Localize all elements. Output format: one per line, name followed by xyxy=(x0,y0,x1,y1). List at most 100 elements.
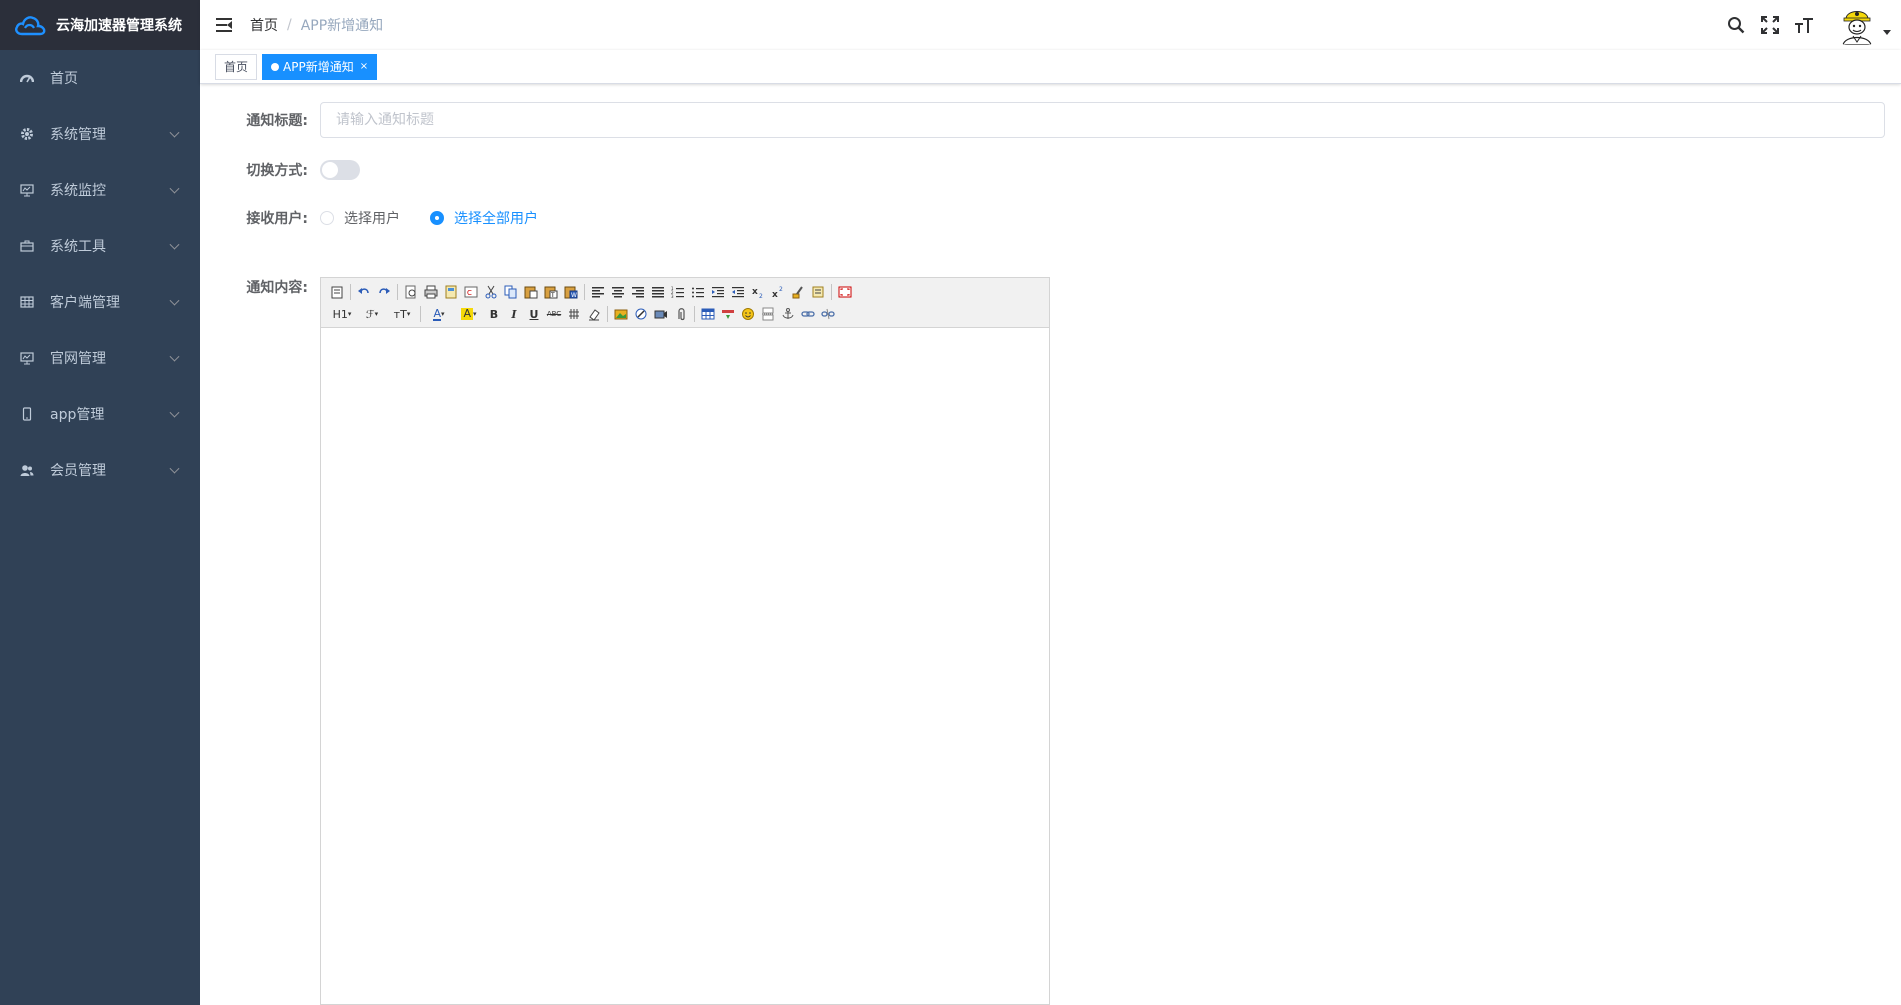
title-input[interactable] xyxy=(320,102,1885,138)
search-icon[interactable] xyxy=(1725,14,1747,36)
grid-icon[interactable] xyxy=(564,304,584,324)
form-item-users: 接收用户: 选择用户 选择全部用户 xyxy=(200,208,1901,228)
radio-label: 选择用户 xyxy=(344,211,400,227)
logo[interactable]: 云海加速器管理系统 xyxy=(0,0,200,50)
dropdown-arrow-icon: ▾ xyxy=(347,310,352,318)
sidebar-item-system[interactable]: 系统管理 xyxy=(0,106,200,162)
redo-icon[interactable] xyxy=(374,282,394,302)
toggle-switch[interactable] xyxy=(320,160,360,180)
unlink-icon[interactable] xyxy=(818,304,838,324)
outdent-icon[interactable] xyxy=(728,282,748,302)
preview-icon[interactable] xyxy=(401,282,421,302)
font-family-dropdown[interactable]: ℱ ▾ xyxy=(357,304,387,324)
select-all-icon[interactable] xyxy=(808,282,828,302)
svg-text:x: x xyxy=(752,287,758,297)
sidebar-item-tools[interactable]: 系统工具 xyxy=(0,218,200,274)
sidebar-item-app[interactable]: app管理 xyxy=(0,386,200,442)
toolbar-separator xyxy=(607,306,608,322)
sidebar-item-label: 系统工具 xyxy=(50,239,106,255)
sidebar-item-label: 客户端管理 xyxy=(50,295,120,311)
radio-select-users[interactable]: 选择用户 xyxy=(320,208,400,228)
sidebar-item-client[interactable]: 客户端管理 xyxy=(0,274,200,330)
format-painter-icon[interactable] xyxy=(788,282,808,302)
toolbar-separator xyxy=(584,284,585,300)
undo-icon[interactable] xyxy=(354,282,374,302)
close-icon[interactable]: × xyxy=(360,55,368,79)
sidebar-item-label: 会员管理 xyxy=(50,463,106,479)
tag-app-notice[interactable]: APP新增通知 × xyxy=(262,53,378,80)
paste-icon[interactable] xyxy=(521,282,541,302)
breadcrumb-home[interactable]: 首页 xyxy=(250,15,278,35)
fullscreen-icon[interactable] xyxy=(1759,14,1781,36)
strikethrough-button[interactable]: ABC xyxy=(544,304,564,324)
hamburger-icon[interactable] xyxy=(216,18,232,32)
tag-label: 首页 xyxy=(224,59,249,74)
table-insert-icon[interactable] xyxy=(698,304,718,324)
cloud-logo-icon xyxy=(15,16,46,36)
svg-text:T: T xyxy=(550,292,555,299)
subscript-icon[interactable]: x2 xyxy=(748,282,768,302)
copy-icon[interactable] xyxy=(501,282,521,302)
users-label: 接收用户: xyxy=(246,211,308,227)
breadcrumb-current: APP新增通知 xyxy=(300,18,384,34)
toolbar-separator xyxy=(350,284,351,300)
sidebar-item-website[interactable]: 官网管理 xyxy=(0,330,200,386)
tag-home[interactable]: 首页 xyxy=(215,53,258,80)
align-left-icon[interactable] xyxy=(588,282,608,302)
app-title: 云海加速器管理系统 xyxy=(56,18,182,34)
chevron-down-icon xyxy=(169,239,180,250)
tags-view: 首页 APP新增通知 × xyxy=(200,50,1901,84)
svg-text:x: x xyxy=(772,290,778,299)
paste-word-icon[interactable]: W xyxy=(561,282,581,302)
avatar[interactable] xyxy=(1837,5,1877,45)
ordered-list-icon[interactable]: 123 xyxy=(668,282,688,302)
editor-content-area[interactable] xyxy=(321,328,1049,1004)
video-icon[interactable] xyxy=(651,304,671,324)
radio-all-users[interactable]: 选择全部用户 xyxy=(430,208,538,228)
toolbar-row-2: H1 ▾ ℱ ▾ тT ▾ A ▾ A ▾ B I U ABC xyxy=(327,303,1043,325)
link-icon[interactable] xyxy=(798,304,818,324)
superscript-icon[interactable]: x2 xyxy=(768,282,788,302)
form-item-title: 通知标题: xyxy=(200,102,1901,138)
image-icon[interactable] xyxy=(611,304,631,324)
italic-button[interactable]: I xyxy=(504,304,524,324)
bullet-list-icon[interactable] xyxy=(688,282,708,302)
align-justify-icon[interactable] xyxy=(648,282,668,302)
eraser-icon[interactable] xyxy=(584,304,604,324)
editor-toolbar: C T W 123 x2 x2 H1 ▾ ℱ ▾ тT ▾ A ▾ A ▾ B … xyxy=(321,278,1049,328)
sidebar-item-home[interactable]: 首页 xyxy=(0,50,200,106)
font-size-dropdown[interactable]: тT ▾ xyxy=(387,304,417,324)
print-icon[interactable] xyxy=(421,282,441,302)
template-icon[interactable] xyxy=(441,282,461,302)
font-size-icon[interactable] xyxy=(1793,14,1815,36)
source-icon[interactable] xyxy=(327,282,347,302)
emotion-icon[interactable] xyxy=(738,304,758,324)
attachment-icon[interactable] xyxy=(671,304,691,324)
sidebar-item-label: 官网管理 xyxy=(50,351,106,367)
bold-button[interactable]: B xyxy=(484,304,504,324)
anchor-icon[interactable] xyxy=(778,304,798,324)
font-color-button[interactable]: A ▾ xyxy=(424,304,454,324)
insert-row-icon[interactable] xyxy=(718,304,738,324)
sidebar: 云海加速器管理系统 首页 系统管理 系统监控 系统工具 客户端管理 官网管理 a… xyxy=(0,0,200,1005)
cut-icon[interactable] xyxy=(481,282,501,302)
underline-button[interactable]: U xyxy=(524,304,544,324)
scrawl-icon[interactable] xyxy=(631,304,651,324)
back-color-label: A xyxy=(461,307,473,320)
back-color-button[interactable]: A ▾ xyxy=(454,304,484,324)
sidebar-item-monitor[interactable]: 系统监控 xyxy=(0,162,200,218)
indent-icon[interactable] xyxy=(708,282,728,302)
align-right-icon[interactable] xyxy=(628,282,648,302)
code-icon[interactable]: C xyxy=(461,282,481,302)
page-break-icon[interactable] xyxy=(758,304,778,324)
heading-dropdown[interactable]: H1 ▾ xyxy=(327,304,357,324)
heading-label: H1 xyxy=(332,307,348,321)
form-item-switch: 切换方式: xyxy=(200,160,1901,180)
caret-down-icon[interactable] xyxy=(1883,29,1891,35)
paste-text-icon[interactable]: T xyxy=(541,282,561,302)
align-center-icon[interactable] xyxy=(608,282,628,302)
toolbar-row-1: C T W 123 x2 x2 xyxy=(327,281,1043,303)
sidebar-item-members[interactable]: 会员管理 xyxy=(0,442,200,498)
chevron-down-icon xyxy=(169,351,180,362)
maximize-icon[interactable] xyxy=(835,282,855,302)
